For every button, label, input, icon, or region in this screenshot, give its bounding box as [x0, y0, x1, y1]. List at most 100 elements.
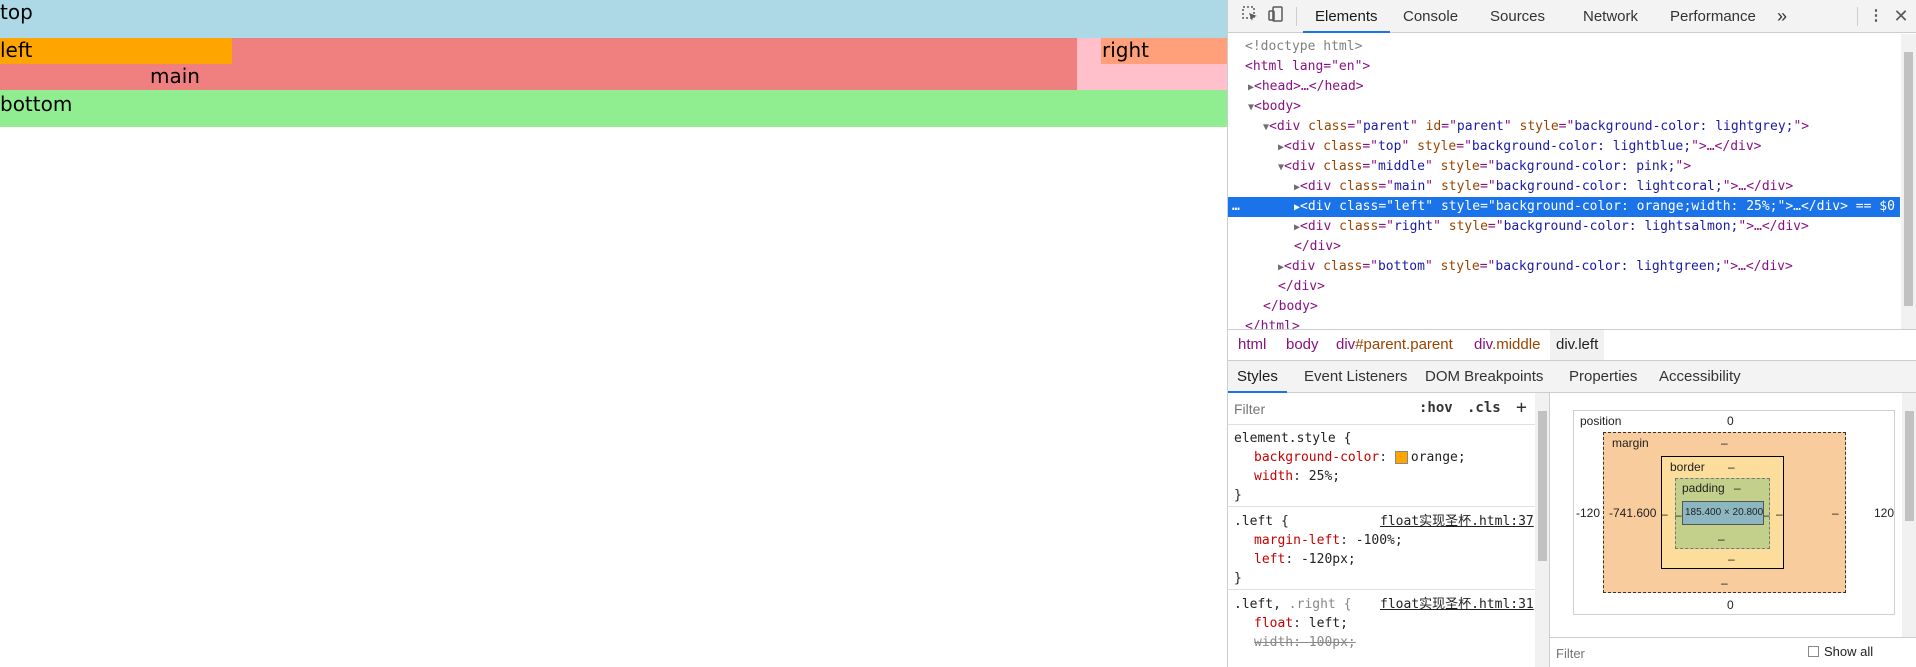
hover-state-toggle[interactable]: :hov	[1419, 397, 1453, 419]
more-tabs-chevron-icon[interactable]: »	[1777, 0, 1787, 33]
style-rule-left: .left { float实现圣杯.html:37 margin-left: -…	[1228, 510, 1536, 590]
show-all-label: Show all	[1824, 644, 1874, 659]
position-right-value[interactable]: 120	[1874, 506, 1894, 520]
expand-triangle-icon[interactable]: ▶	[1294, 182, 1300, 193]
rule-selector[interactable]: element.style {	[1234, 429, 1351, 448]
tab-properties[interactable]: Properties	[1569, 361, 1637, 393]
style-declaration[interactable]: background-color: orange;	[1254, 448, 1466, 467]
dom-tree: <!doctype html> <html lang="en"> ▶<head>…	[1228, 34, 1916, 329]
show-all-checkbox[interactable]	[1808, 646, 1819, 657]
dom-node-right[interactable]: ▶<div class="right" style="background-co…	[1294, 217, 1916, 237]
border-right-value[interactable]: –	[1776, 507, 1783, 521]
tab-accessibility[interactable]: Accessibility	[1659, 361, 1741, 393]
rule-selector[interactable]: .left {	[1234, 512, 1289, 531]
dom-node-parent[interactable]: ▼<div class="parent" id="parent" style="…	[1263, 117, 1916, 137]
padding-top-value[interactable]: –	[1734, 481, 1741, 495]
collapse-triangle-icon[interactable]: ▼	[1263, 122, 1269, 133]
breadcrumb-left-current[interactable]: div.left	[1550, 330, 1605, 360]
tab-network[interactable]: Network	[1583, 0, 1638, 33]
box-model-scrollbar[interactable]	[1902, 393, 1916, 637]
box-model-pane: position 0 0 -120 120 margin – – -741.60…	[1550, 393, 1916, 667]
border-left-value[interactable]: –	[1661, 507, 1668, 521]
left-text: left	[0, 38, 33, 62]
tab-performance[interactable]: Performance	[1670, 0, 1756, 33]
right-text: right	[1102, 38, 1149, 62]
expand-triangle-icon[interactable]: ▶	[1278, 262, 1284, 273]
tab-sources[interactable]: Sources	[1490, 0, 1545, 33]
margin-top-value[interactable]: –	[1721, 436, 1728, 450]
border-top-value[interactable]: –	[1728, 460, 1735, 474]
position-left-value[interactable]: -120	[1576, 506, 1600, 520]
dom-node-middle-close[interactable]: </div>	[1294, 237, 1916, 257]
expand-triangle-icon[interactable]: ▶	[1294, 222, 1300, 233]
styles-scrollbar[interactable]	[1535, 393, 1549, 667]
box-model-margin: margin – – -741.600 – border – – – – pad…	[1603, 432, 1846, 593]
styles-pane: :hov .cls + element.style { background-c…	[1228, 393, 1550, 667]
dom-node-top[interactable]: ▶<div class="top" style="background-colo…	[1278, 137, 1916, 157]
styles-filter-bar: :hov .cls +	[1228, 393, 1549, 425]
margin-right-value[interactable]: –	[1832, 506, 1839, 520]
dom-tree-scrollbar[interactable]	[1901, 34, 1916, 329]
class-toggle[interactable]: .cls	[1467, 397, 1501, 419]
expand-triangle-icon[interactable]: ▶	[1294, 202, 1300, 213]
computed-filter-input[interactable]	[1554, 642, 1738, 664]
padding-bottom-value[interactable]: –	[1718, 532, 1725, 546]
scrollbar-thumb[interactable]	[1905, 411, 1914, 521]
add-rule-icon[interactable]: +	[1516, 397, 1527, 419]
close-icon[interactable]: ✕	[1890, 5, 1912, 27]
dom-node-body[interactable]: ▼<body>	[1248, 97, 1916, 117]
margin-bottom-value[interactable]: –	[1721, 576, 1728, 590]
style-declaration[interactable]: margin-left: -100%;	[1254, 531, 1403, 550]
content-size-value[interactable]: 185.400 × 20.800	[1685, 507, 1763, 518]
styles-filter-input[interactable]	[1232, 397, 1412, 421]
style-declaration[interactable]: width: 25%;	[1254, 467, 1340, 486]
scrollbar-thumb[interactable]	[1904, 52, 1913, 306]
style-declaration-overridden[interactable]: width: 100px;	[1254, 633, 1356, 652]
border-bottom-value[interactable]: –	[1728, 552, 1735, 566]
dom-doctype[interactable]: <!doctype html>	[1245, 37, 1916, 57]
dom-node-left-selected[interactable]: … ▶<div class="left" style="background-co…	[1228, 197, 1900, 217]
border-label: border	[1670, 460, 1705, 474]
dom-node-html[interactable]: <html lang="en">	[1245, 57, 1916, 77]
style-rule-left-right: .left, .right { float实现圣杯.html:31 float:…	[1228, 593, 1536, 667]
padding-left-value[interactable]: –	[1675, 508, 1682, 522]
kebab-menu-icon[interactable]: ⋮	[1865, 5, 1887, 27]
breadcrumb-body[interactable]: body	[1286, 330, 1319, 360]
margin-left-value[interactable]: -741.600	[1609, 506, 1656, 520]
dom-node-bottom[interactable]: ▶<div class="bottom" style="background-c…	[1278, 257, 1916, 277]
breadcrumb-html[interactable]: html	[1238, 330, 1266, 360]
tab-console[interactable]: Console	[1403, 0, 1458, 33]
dom-node-head[interactable]: ▶<head>…</head>	[1248, 77, 1916, 97]
inspect-element-icon[interactable]	[1239, 5, 1261, 27]
scrollbar-thumb[interactable]	[1538, 411, 1547, 561]
color-swatch-icon[interactable]	[1394, 451, 1408, 464]
collapse-triangle-icon[interactable]: ▼	[1278, 162, 1284, 173]
style-declaration[interactable]: float: left;	[1254, 614, 1348, 633]
breadcrumb-parent[interactable]: div#parent.parent	[1336, 330, 1453, 360]
rule-source-link[interactable]: float实现圣杯.html:37	[1380, 512, 1534, 531]
rule-selector[interactable]: .left, .right {	[1234, 595, 1351, 614]
dom-node-main[interactable]: ▶<div class="main" style="background-col…	[1294, 177, 1916, 197]
main-text: main	[150, 64, 200, 88]
computed-filter-bar: Show all	[1550, 637, 1916, 667]
dom-node-parent-close[interactable]: </div>	[1278, 277, 1916, 297]
tab-dom-breakpoints[interactable]: DOM Breakpoints	[1425, 361, 1543, 393]
dom-node-middle[interactable]: ▼<div class="middle" style="background-c…	[1278, 157, 1916, 177]
position-top-value[interactable]: 0	[1727, 414, 1734, 428]
box-model-content[interactable]: 185.400 × 20.800	[1682, 501, 1764, 525]
dom-node-html-close[interactable]: </html>	[1245, 317, 1916, 329]
tab-event-listeners[interactable]: Event Listeners	[1304, 361, 1407, 393]
top-block: top	[0, 0, 1227, 38]
rule-source-link[interactable]: float实现圣杯.html:31	[1380, 595, 1534, 614]
breadcrumb-middle[interactable]: div.middle	[1474, 330, 1540, 360]
position-bottom-value[interactable]: 0	[1727, 598, 1734, 612]
bottom-text: bottom	[0, 92, 73, 116]
device-toolbar-icon[interactable]	[1265, 5, 1287, 27]
padding-right-value[interactable]: –	[1763, 508, 1770, 522]
style-declaration[interactable]: left: -120px;	[1254, 550, 1356, 569]
tab-elements[interactable]: Elements	[1303, 0, 1390, 33]
dom-node-body-close[interactable]: </body>	[1263, 297, 1916, 317]
expand-triangle-icon[interactable]: ▶	[1278, 142, 1284, 153]
node-actions-ellipsis-icon[interactable]: …	[1228, 197, 1258, 217]
tab-styles[interactable]: Styles	[1228, 361, 1287, 393]
